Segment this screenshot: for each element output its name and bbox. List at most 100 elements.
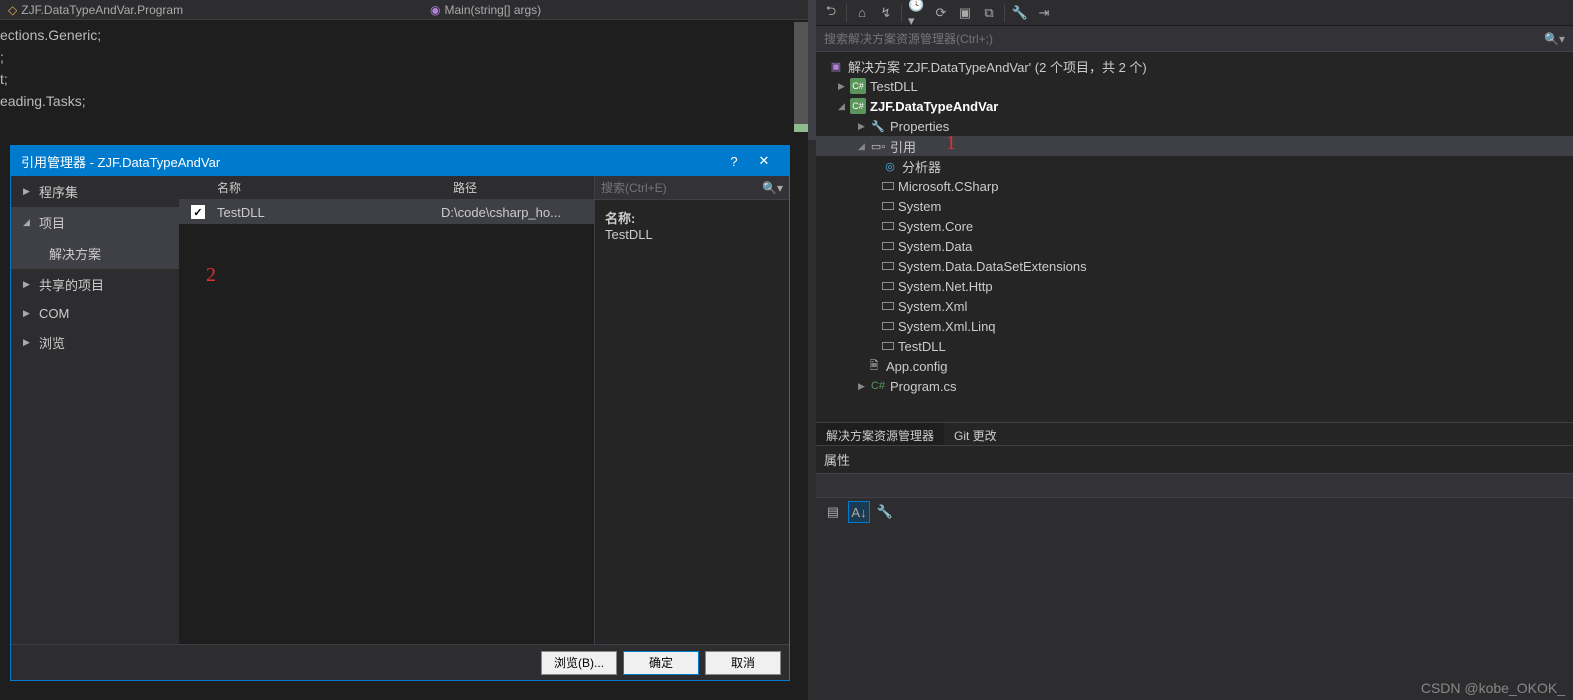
properties-node[interactable]: ▶ 🔧 Properties — [816, 116, 1573, 136]
nav-method-combo[interactable]: ◉ Main(string[] args) — [430, 3, 541, 17]
editor-scrollbar[interactable] — [794, 22, 808, 132]
references-icon: ▭▫ — [870, 138, 886, 154]
code-line: ections.Generic; — [0, 24, 808, 46]
ref-label: System.Data — [898, 239, 972, 254]
project-row[interactable]: ✓ TestDLL D:\code\csharp_ho... — [179, 200, 594, 224]
browse-button[interactable]: 浏览(B)... — [541, 651, 617, 675]
row-name: TestDLL — [217, 205, 441, 220]
info-label: 名称: — [605, 208, 779, 227]
dialog-search[interactable]: 🔍▾ — [595, 176, 789, 200]
refresh-icon[interactable]: ⟳ — [932, 4, 950, 22]
nav-projects[interactable]: ◢项目 — [11, 207, 179, 238]
wrench-icon: 🔧 — [870, 118, 886, 134]
pane-splitter[interactable] — [808, 0, 816, 700]
references-node[interactable]: ◢ ▭▫ 引用 1 — [816, 136, 1573, 156]
csharp-icon: C# — [850, 78, 866, 94]
ref-label: System — [898, 199, 941, 214]
ref-item[interactable]: System.Net.Http — [816, 276, 1573, 296]
solution-label: 解决方案 'ZJF.DataTypeAndVar' (2 个项目，共 2 个) — [848, 57, 1147, 76]
solution-search[interactable]: 🔍▾ — [816, 26, 1573, 52]
reference-icon — [882, 302, 894, 310]
nav-solution[interactable]: 解决方案 — [11, 238, 179, 269]
project-zjf[interactable]: ◢ C# ZJF.DataTypeAndVar — [816, 96, 1573, 116]
properties-object-combo[interactable] — [816, 474, 1573, 498]
nav-label: 项目 — [39, 213, 65, 232]
properties-title: 属性 — [816, 446, 1573, 474]
col-name[interactable]: 名称 — [217, 179, 453, 196]
props-wrench-icon[interactable]: 🔧 — [874, 501, 896, 523]
preview-icon[interactable]: ⇥ — [1035, 4, 1053, 22]
properties-icon[interactable]: 🔧 — [1011, 4, 1029, 22]
chevron-right-icon[interactable]: ▶ — [858, 121, 870, 132]
node-label: Properties — [890, 119, 949, 134]
ref-item[interactable]: TestDLL — [816, 336, 1573, 356]
tab-solution-explorer[interactable]: 解决方案资源管理器 — [816, 423, 944, 445]
solution-search-input[interactable] — [824, 32, 1544, 46]
ref-item[interactable]: System.Core — [816, 216, 1573, 236]
collapse-icon[interactable]: ▣ — [956, 4, 974, 22]
ref-item[interactable]: ◎分析器 — [816, 156, 1573, 176]
appconfig-node[interactable]: 🗎App.config — [816, 356, 1573, 376]
reference-manager-dialog: 引用管理器 - ZJF.DataTypeAndVar ? ✕ ▶程序集 ◢项目 … — [10, 145, 790, 681]
annotation-1: 1 — [946, 132, 956, 155]
project-label: ZJF.DataTypeAndVar — [870, 99, 998, 114]
solution-root[interactable]: ▣ 解决方案 'ZJF.DataTypeAndVar' (2 个项目，共 2 个… — [816, 56, 1573, 76]
row-path: D:\code\csharp_ho... — [441, 205, 561, 220]
analyzer-icon: ◎ — [882, 158, 898, 174]
csharp-icon: C# — [850, 98, 866, 114]
dialog-titlebar[interactable]: 引用管理器 - ZJF.DataTypeAndVar ? ✕ — [11, 146, 789, 176]
nav-class-combo[interactable]: ◇ ZJF.DataTypeAndVar.Program — [8, 3, 183, 17]
help-button[interactable]: ? — [719, 154, 749, 169]
chevron-down-icon[interactable]: ◢ — [838, 101, 850, 112]
ref-label: System.Xml — [898, 299, 967, 314]
ok-button[interactable]: 确定 — [623, 651, 699, 675]
sync-icon[interactable]: ↯ — [877, 4, 895, 22]
alphabetical-button[interactable]: A↓ — [848, 501, 870, 523]
nav-method-label: Main(string[] args) — [444, 3, 541, 17]
search-input[interactable] — [601, 181, 762, 195]
nav-browse[interactable]: ▶浏览 — [11, 327, 179, 358]
properties-grid[interactable] — [816, 526, 1573, 700]
csharp-file-icon: C# — [870, 378, 886, 394]
show-all-icon[interactable]: ⧉ — [980, 4, 998, 22]
categorized-button[interactable]: ▤ — [822, 501, 844, 523]
ref-item[interactable]: System.Data.DataSetExtensions — [816, 256, 1573, 276]
close-button[interactable]: ✕ — [749, 153, 779, 169]
history-icon[interactable]: 🕓▾ — [908, 4, 926, 22]
watermark: CSDN @kobe_OKOK_ — [1421, 680, 1565, 696]
solution-tree[interactable]: ▣ 解决方案 'ZJF.DataTypeAndVar' (2 个项目，共 2 个… — [816, 52, 1573, 422]
code-line: t; — [0, 68, 808, 90]
ref-item[interactable]: Microsoft.CSharp — [816, 176, 1573, 196]
home-icon[interactable]: ⌂ — [853, 4, 871, 22]
nav-assemblies[interactable]: ▶程序集 — [11, 176, 179, 207]
nav-label: COM — [39, 306, 69, 321]
nav-class-label: ZJF.DataTypeAndVar.Program — [21, 3, 183, 17]
cancel-button[interactable]: 取消 — [705, 651, 781, 675]
nav-shared[interactable]: ▶共享的项目 — [11, 269, 179, 300]
project-testdll[interactable]: ▶ C# TestDLL — [816, 76, 1573, 96]
ref-item[interactable]: System.Xml — [816, 296, 1573, 316]
chevron-down-icon[interactable]: ◢ — [858, 141, 870, 152]
reference-icon — [882, 202, 894, 210]
nav-com[interactable]: ▶COM — [11, 300, 179, 327]
config-icon: 🗎 — [866, 358, 882, 374]
ref-item[interactable]: System — [816, 196, 1573, 216]
back-icon[interactable]: ⮌ — [822, 4, 840, 22]
reference-icon — [882, 222, 894, 230]
solution-icon: ▣ — [828, 58, 844, 74]
col-path[interactable]: 路径 — [453, 179, 477, 196]
node-label: Program.cs — [890, 379, 956, 394]
ref-label: TestDLL — [898, 339, 946, 354]
ref-item[interactable]: System.Xml.Linq — [816, 316, 1573, 336]
chevron-right-icon[interactable]: ▶ — [838, 81, 850, 92]
checkbox-icon[interactable]: ✓ — [191, 205, 205, 219]
nav-label: 程序集 — [39, 182, 78, 201]
program-node[interactable]: ▶C# Program.cs — [816, 376, 1573, 396]
project-label: TestDLL — [870, 79, 918, 94]
ref-item[interactable]: System.Data — [816, 236, 1573, 256]
nav-label: 共享的项目 — [39, 275, 104, 294]
tab-git-changes[interactable]: Git 更改 — [944, 423, 1007, 445]
search-icon[interactable]: 🔍▾ — [762, 181, 783, 195]
code-editor[interactable]: ections.Generic; ; t; eading.Tasks; — [0, 20, 808, 116]
chevron-right-icon[interactable]: ▶ — [858, 381, 870, 392]
